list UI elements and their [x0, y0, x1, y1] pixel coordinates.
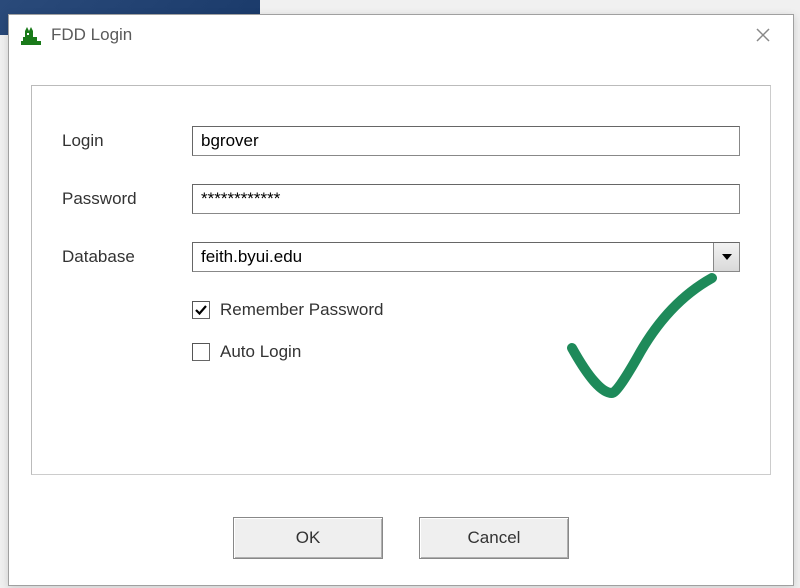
button-bar: OK Cancel: [9, 517, 793, 559]
auto-login-label: Auto Login: [220, 342, 301, 362]
app-icon: [19, 23, 43, 47]
password-input[interactable]: [192, 184, 740, 214]
auto-login-row: Auto Login: [192, 342, 740, 362]
cancel-button[interactable]: Cancel: [419, 517, 569, 559]
login-row: Login: [62, 126, 740, 156]
form-frame: Login Password Database Remember Passwor: [31, 85, 771, 475]
login-label: Login: [62, 131, 192, 151]
close-icon: [756, 28, 770, 42]
login-dialog: FDD Login Login Password Database: [8, 14, 794, 586]
database-label: Database: [62, 247, 192, 267]
ok-button[interactable]: OK: [233, 517, 383, 559]
window-title: FDD Login: [51, 25, 743, 45]
database-row: Database: [62, 242, 740, 272]
password-row: Password: [62, 184, 740, 214]
database-input[interactable]: [193, 243, 713, 271]
password-label: Password: [62, 189, 192, 209]
database-combobox[interactable]: [192, 242, 740, 272]
remember-password-checkbox[interactable]: [192, 301, 210, 319]
checkmark-icon: [195, 304, 207, 316]
remember-password-label: Remember Password: [220, 300, 383, 320]
close-button[interactable]: [743, 20, 783, 50]
auto-login-checkbox[interactable]: [192, 343, 210, 361]
titlebar: FDD Login: [9, 15, 793, 55]
chevron-down-icon: [722, 254, 732, 260]
remember-password-row: Remember Password: [192, 300, 740, 320]
login-input[interactable]: [192, 126, 740, 156]
database-dropdown-button[interactable]: [713, 243, 739, 271]
